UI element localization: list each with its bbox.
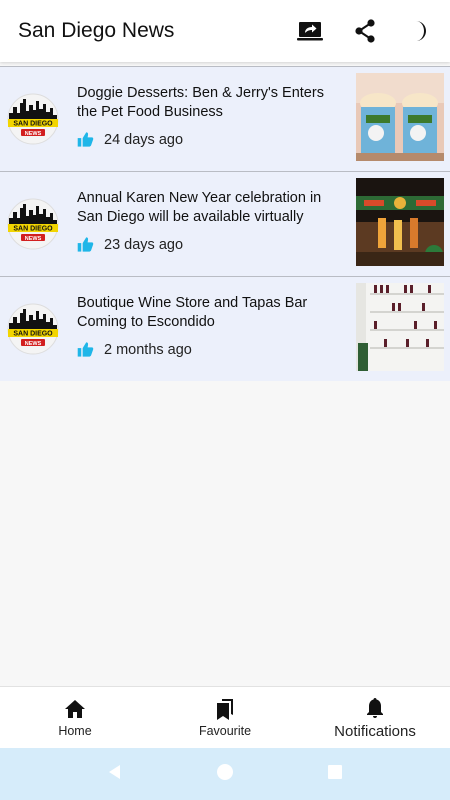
app-title: San Diego News: [18, 19, 175, 42]
thumbs-up-icon[interactable]: [77, 236, 94, 253]
article-headline: Boutique Wine Store and Tapas Bar Coming…: [77, 295, 308, 330]
app-bar: San Diego News: [0, 0, 450, 62]
nav-notifications[interactable]: Notifications: [300, 687, 450, 748]
san-diego-news-logo: SAN DIEGO NEWS: [7, 93, 59, 145]
nav-notifications-label: Notifications: [334, 722, 416, 740]
home-circle-icon[interactable]: [216, 763, 234, 786]
article-row[interactable]: SAN DIEGO NEWS Boutique Wine Store and T…: [0, 276, 450, 381]
svg-text:SAN DIEGO: SAN DIEGO: [13, 226, 53, 233]
bottom-navigation: Home Favourite Notifications: [0, 686, 450, 748]
article-time: 24 days ago: [104, 131, 184, 148]
article-time: 2 months ago: [104, 341, 192, 358]
article-row[interactable]: SAN DIEGO NEWS Annual Karen New Year cel…: [0, 171, 450, 276]
article-thumbnail: [356, 283, 444, 371]
san-diego-news-logo: SAN DIEGO NEWS: [7, 198, 59, 250]
article-meta: 24 days ago: [77, 131, 183, 148]
bell-icon: [367, 697, 383, 718]
article-thumbnail: [356, 73, 444, 161]
article-meta: 23 days ago: [77, 236, 183, 253]
svg-text:NEWS: NEWS: [25, 131, 42, 137]
nav-favourite-label: Favourite: [198, 724, 252, 738]
svg-text:SAN DIEGO: SAN DIEGO: [13, 331, 53, 338]
article-list: SAN DIEGO NEWS Doggie Desserts: Ben & Je…: [0, 66, 450, 381]
svg-text:NEWS: NEWS: [25, 236, 42, 242]
svg-text:NEWS: NEWS: [25, 341, 42, 347]
dark-mode-moon-icon: [416, 21, 426, 41]
article-headline: Annual Karen New Year celebration in San…: [77, 190, 322, 225]
nav-home[interactable]: Home: [0, 687, 150, 748]
nav-home-label: Home: [58, 724, 92, 738]
article-time: 23 days ago: [104, 236, 184, 253]
home-icon: [65, 700, 85, 718]
bookmarks-icon: [217, 699, 233, 720]
recents-square-icon[interactable]: [326, 763, 344, 786]
screen-share-icon: [297, 22, 323, 41]
article-row[interactable]: SAN DIEGO NEWS Doggie Desserts: Ben & Je…: [0, 66, 450, 171]
back-icon[interactable]: [106, 763, 124, 786]
article-meta: 2 months ago: [77, 341, 192, 358]
thumbs-up-icon[interactable]: [77, 131, 94, 148]
share-button[interactable]: [351, 17, 379, 45]
article-thumbnail: [356, 178, 444, 266]
article-headline: Doggie Desserts: Ben & Jerry's Enters th…: [77, 85, 324, 120]
svg-text:SAN DIEGO: SAN DIEGO: [13, 121, 53, 128]
share-icon: [355, 19, 375, 43]
san-diego-news-logo: SAN DIEGO NEWS: [7, 303, 59, 355]
dark-mode-toggle[interactable]: [406, 17, 434, 45]
system-navigation-bar: [0, 748, 450, 800]
thumbs-up-icon[interactable]: [77, 341, 94, 358]
nav-favourite[interactable]: Favourite: [150, 687, 300, 748]
screen-share-button[interactable]: [296, 17, 324, 45]
